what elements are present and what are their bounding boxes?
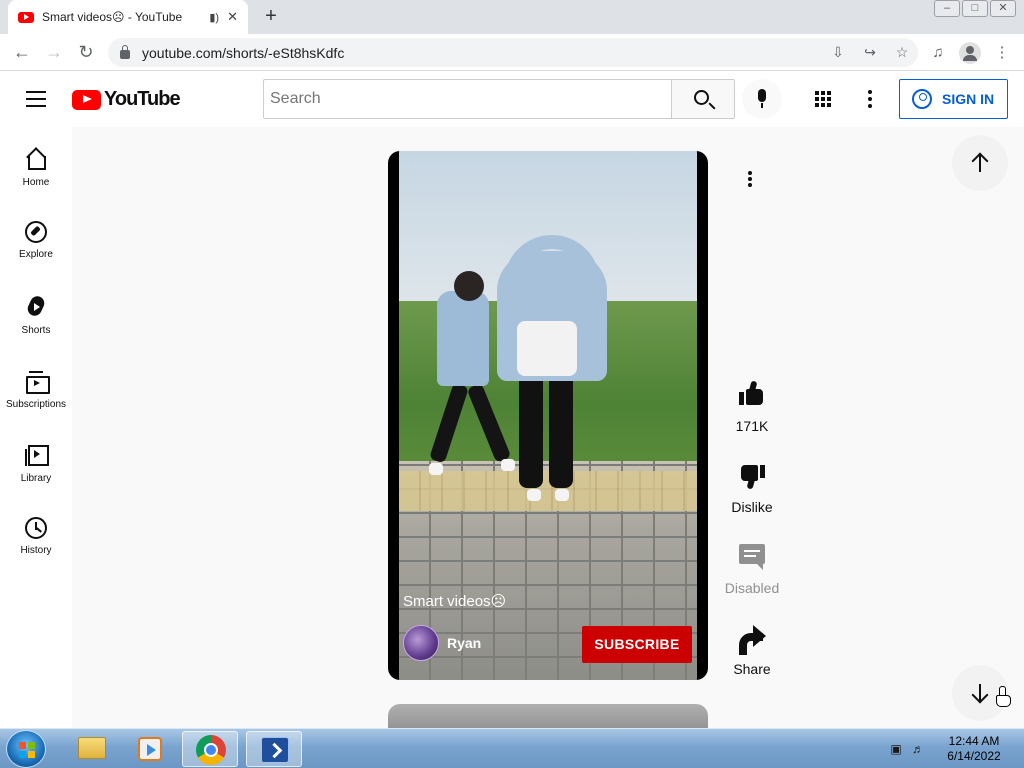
guide-item-library[interactable]: Library: [0, 423, 72, 497]
like-count: 171K: [735, 418, 769, 434]
youtube-logo-text: YouTube: [104, 88, 181, 110]
windows-taskbar: ▣ ♬ 12:44 AM 6/14/2022: [0, 728, 1024, 768]
guide-item-shorts[interactable]: Shorts: [0, 275, 72, 349]
guide-item-subscriptions[interactable]: Subscriptions: [0, 349, 72, 423]
sign-in-button[interactable]: SIGN IN: [899, 79, 1008, 119]
taskbar-media-player[interactable]: [122, 731, 178, 767]
compass-icon: [25, 221, 47, 243]
reload-button[interactable]: ↻: [70, 37, 102, 67]
youtube-favicon-icon: [18, 11, 34, 23]
voice-search-button[interactable]: [742, 79, 782, 119]
guide-item-home[interactable]: Home: [0, 127, 72, 201]
browser-tab-active[interactable]: Smart videos☹ - YouTube ▮) ✕: [8, 0, 248, 34]
short-title[interactable]: Smart videos☹: [403, 592, 506, 610]
shorts-player[interactable]: Smart videos☹ Ryan SUBSCRIBE: [388, 151, 708, 680]
forward-button[interactable]: →: [38, 37, 70, 67]
share-button[interactable]: Share: [724, 623, 780, 677]
sign-in-label: SIGN IN: [942, 91, 995, 107]
comments-label: Disabled: [724, 580, 780, 596]
thumbs-up-icon: [737, 380, 767, 410]
arrow-down-icon: [971, 686, 989, 704]
previous-short-button[interactable]: [952, 135, 1008, 191]
share-label: Share: [733, 661, 771, 677]
search-icon: [694, 90, 709, 105]
account-circle-icon: [912, 89, 932, 109]
chrome-icon: [196, 735, 226, 765]
comment-icon: [737, 542, 767, 572]
taskbar-chrome[interactable]: [182, 731, 238, 767]
search-input[interactable]: [263, 79, 672, 119]
guide-item-label: Home: [22, 177, 50, 188]
thumbs-down-icon: [737, 461, 767, 491]
dislike-label: Dislike: [731, 499, 773, 515]
network-icon[interactable]: ▣: [888, 742, 904, 756]
channel-name[interactable]: Ryan: [447, 635, 481, 651]
channel-avatar[interactable]: [403, 625, 439, 661]
tab-close-button[interactable]: ✕: [227, 9, 238, 25]
close-window-button[interactable]: ✕: [990, 0, 1016, 17]
folder-icon: [78, 737, 106, 759]
youtube-logo[interactable]: YouTube: [72, 88, 181, 111]
guide-item-label: History: [20, 545, 52, 556]
guide-item-label: Library: [20, 473, 52, 484]
share-arrow-icon: [737, 623, 767, 655]
back-button[interactable]: ←: [6, 37, 38, 67]
tab-title: Smart videos☹ - YouTube: [42, 10, 183, 24]
bookmark-star-icon[interactable]: ☆: [886, 44, 918, 61]
windows-logo-icon: [19, 742, 35, 758]
settings-more-icon[interactable]: [868, 90, 872, 108]
minimize-button[interactable]: –: [934, 0, 960, 17]
like-button[interactable]: 171K: [724, 380, 780, 434]
library-icon: [24, 443, 49, 467]
profile-avatar-icon[interactable]: [959, 41, 981, 64]
speaker-icon[interactable]: ▮): [209, 11, 219, 24]
clock-date: 6/14/2022: [947, 749, 1001, 763]
new-tab-button[interactable]: +: [260, 4, 282, 28]
browser-titlebar: Smart videos☹ - YouTube ▮) ✕ + – □ ✕: [0, 0, 1024, 34]
channel-info[interactable]: Ryan: [403, 625, 481, 661]
hand-cursor-icon: [996, 686, 1011, 707]
toolbar-right: ♫ ⋮: [922, 38, 1018, 67]
taskbar-file-explorer[interactable]: [62, 731, 118, 767]
address-bar[interactable]: youtube.com/shorts/-eSt8hsKdfc ⇩ ↪ ☆: [108, 38, 918, 67]
volume-icon[interactable]: ♬: [910, 742, 926, 756]
search-button[interactable]: [671, 79, 735, 119]
restore-button[interactable]: □: [962, 0, 988, 17]
guide-item-history[interactable]: History: [0, 497, 72, 571]
apps-grid-icon[interactable]: [815, 91, 831, 107]
taskbar-powershell[interactable]: [246, 731, 302, 767]
powershell-icon: [261, 737, 289, 763]
system-clock[interactable]: 12:44 AM 6/14/2022: [934, 734, 1014, 764]
media-control-icon[interactable]: ♫: [922, 38, 954, 67]
chrome-menu-icon[interactable]: ⋮: [986, 38, 1018, 67]
guide-item-explore[interactable]: Explore: [0, 201, 72, 275]
guide-item-label: Subscriptions: [5, 399, 67, 410]
menu-hamburger-icon[interactable]: [26, 91, 46, 107]
lock-icon[interactable]: [120, 45, 130, 59]
guide-item-label: Explore: [19, 249, 53, 260]
arrow-up-icon: [971, 152, 989, 170]
system-tray: ▣ ♬: [888, 729, 926, 768]
browser-toolbar: ← → ↻ youtube.com/shorts/-eSt8hsKdfc ⇩ ↪…: [0, 34, 1024, 71]
media-player-icon: [138, 737, 162, 761]
start-button[interactable]: [6, 730, 46, 768]
url-text[interactable]: youtube.com/shorts/-eSt8hsKdfc: [142, 45, 822, 61]
youtube-masthead: YouTube SIGN IN: [0, 71, 1024, 127]
share-page-icon[interactable]: ↪: [854, 44, 886, 61]
microphone-icon: [758, 89, 766, 102]
shorts-icon: [24, 295, 48, 319]
home-icon: [24, 147, 48, 171]
comments-button[interactable]: Disabled: [724, 542, 780, 596]
more-actions-icon[interactable]: [748, 171, 754, 189]
install-app-icon[interactable]: ⇩: [822, 44, 854, 61]
history-icon: [25, 517, 47, 539]
subscriptions-icon: [24, 369, 50, 394]
clock-time: 12:44 AM: [948, 734, 1000, 748]
youtube-play-logo-icon: [72, 89, 101, 110]
mini-guide-sidebar: Home Explore Shorts Subscriptions Librar…: [0, 127, 72, 728]
subscribe-button[interactable]: SUBSCRIBE: [582, 626, 692, 663]
guide-item-label: Shorts: [21, 325, 51, 336]
window-controls: – □ ✕: [934, 0, 1016, 17]
dislike-button[interactable]: Dislike: [724, 461, 780, 515]
